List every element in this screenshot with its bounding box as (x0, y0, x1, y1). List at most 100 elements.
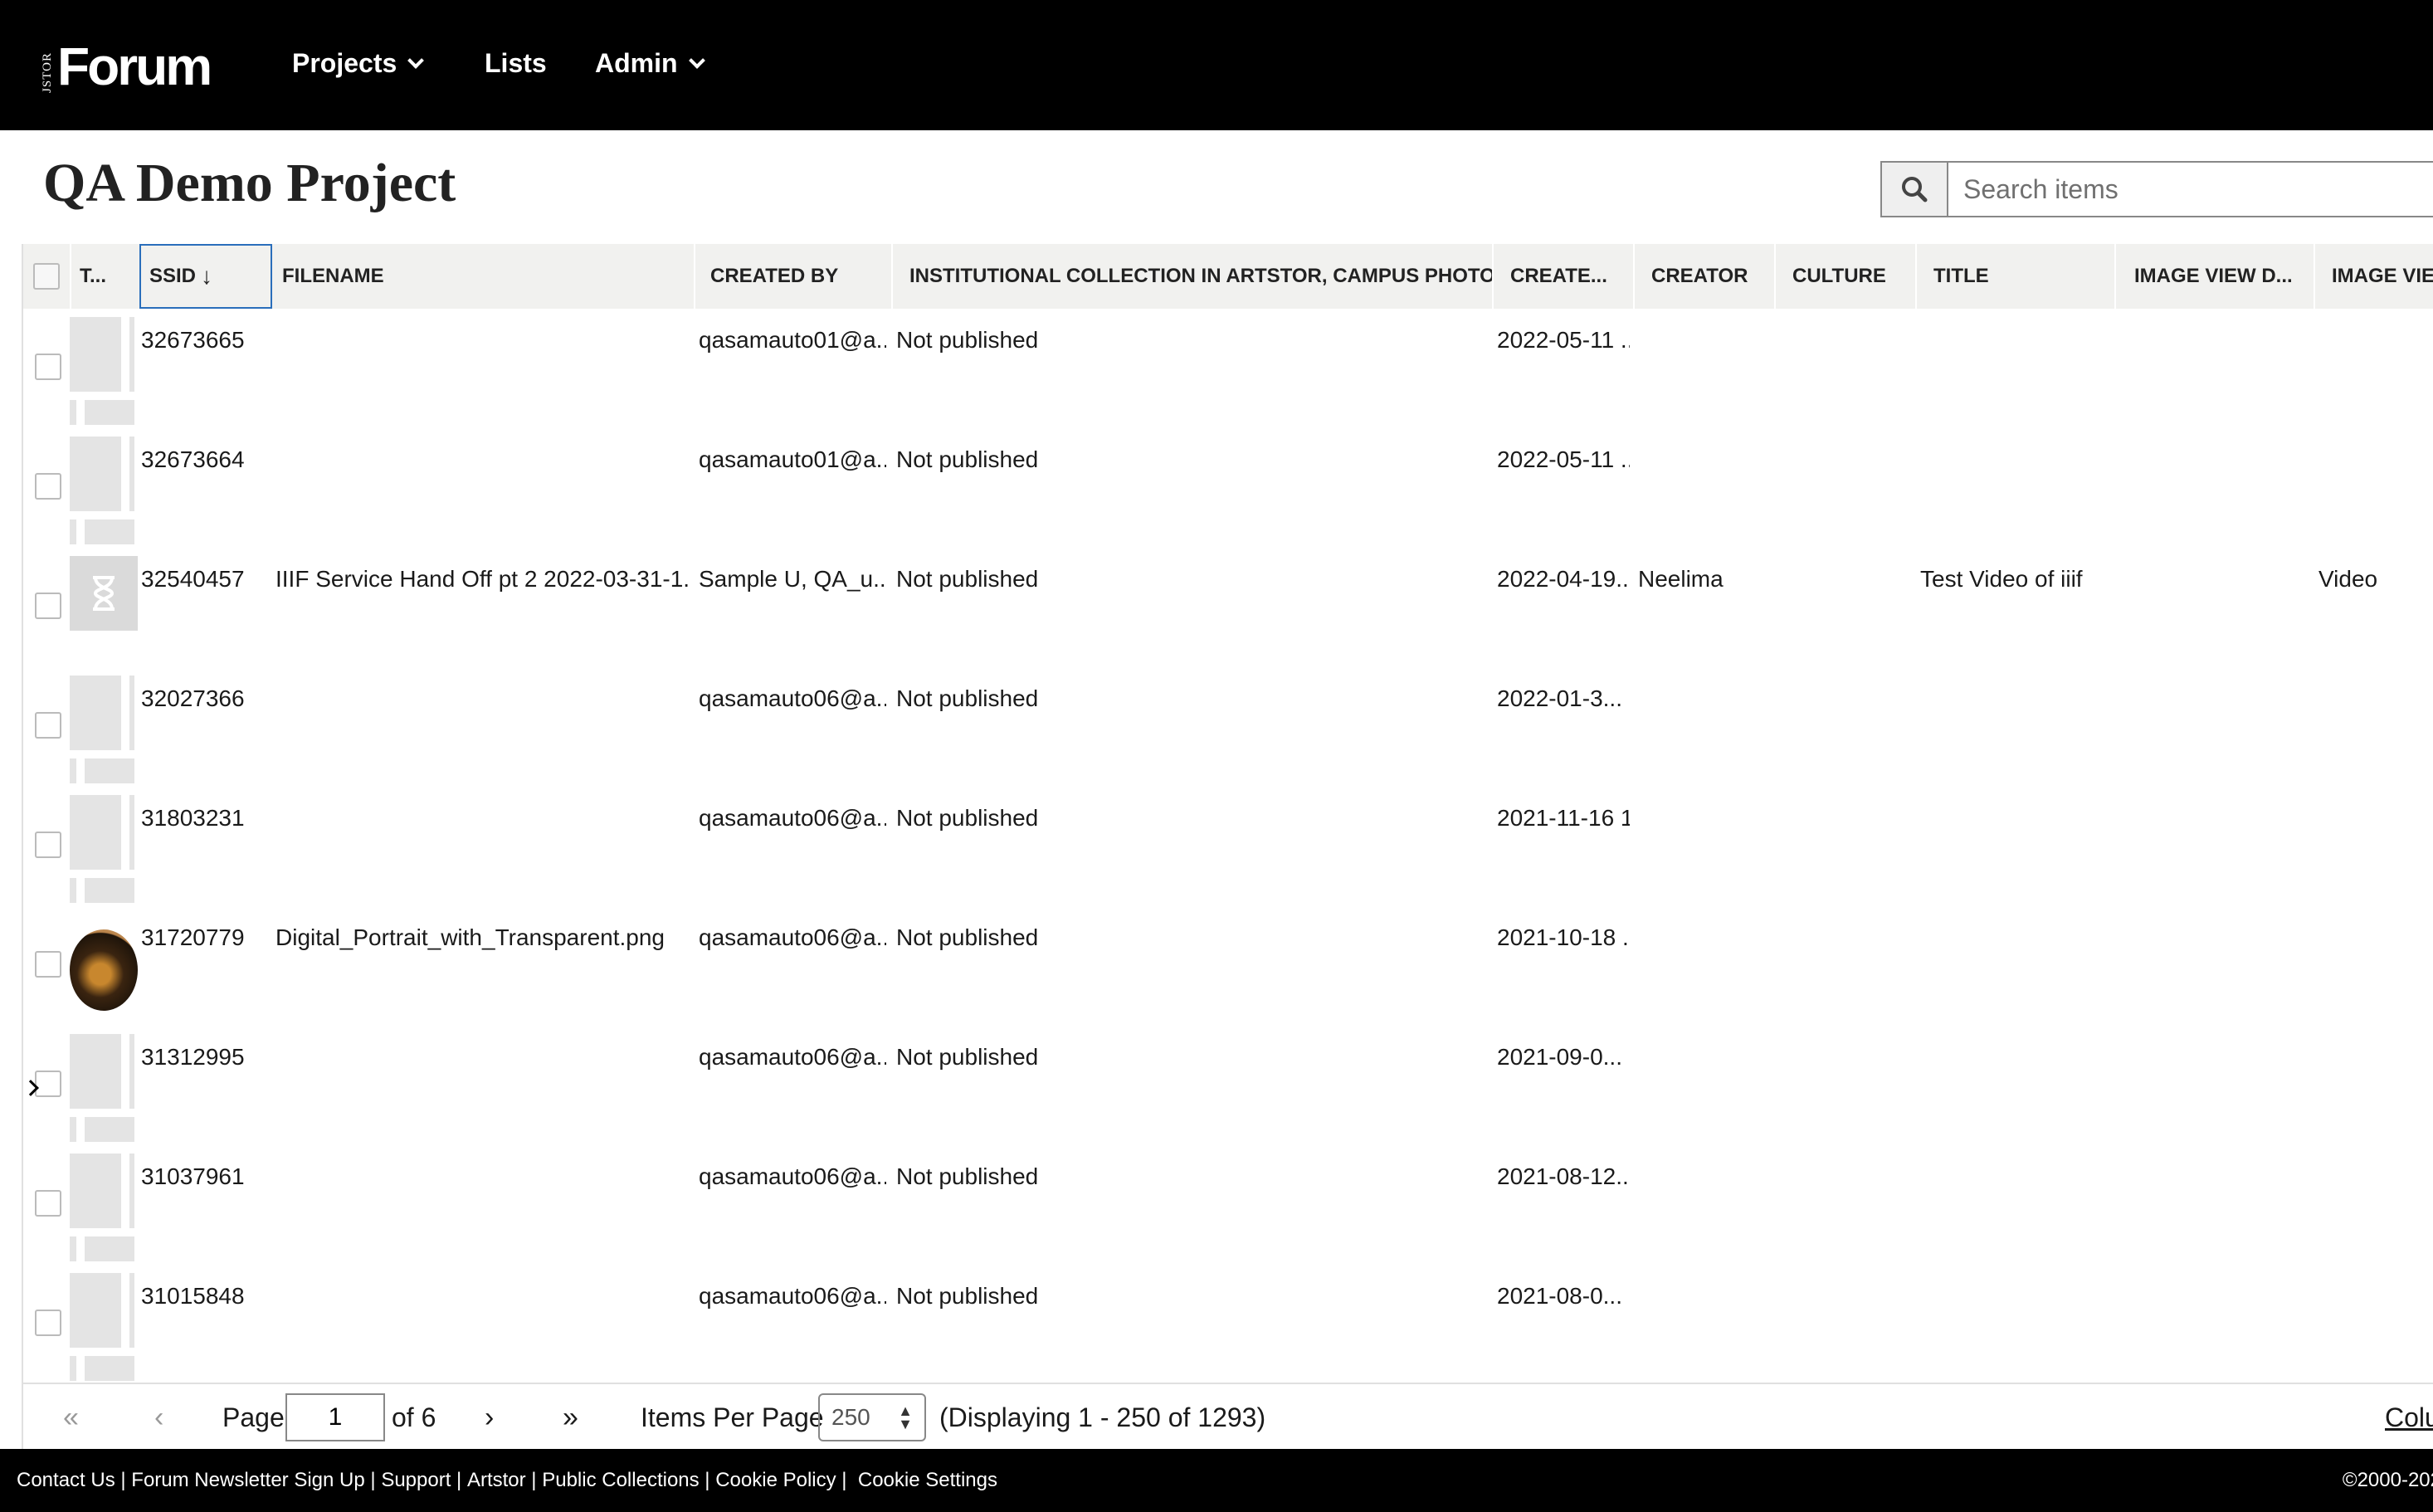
select-all-checkbox[interactable] (33, 263, 60, 290)
row-select-checkbox[interactable] (35, 832, 61, 858)
table-row[interactable]: 31803231 qasamauto06@a... Not published 202… (23, 787, 2433, 906)
column-label-creator: CREATOR (1651, 265, 1748, 287)
row-select-checkbox[interactable] (35, 593, 61, 619)
search-button[interactable] (1880, 161, 1948, 217)
page-title: QA Demo Project (43, 153, 456, 213)
cell-ssid: 31015848 (141, 1283, 245, 1309)
placeholder-thumbnail[interactable] (70, 795, 138, 906)
cell-institutional: Not published (896, 1044, 1039, 1070)
page-number-input[interactable] (285, 1393, 385, 1441)
placeholder-thumbnail[interactable] (70, 317, 138, 428)
row-select-checkbox[interactable] (35, 712, 61, 739)
logo-jstor-text: JSTOR (41, 52, 54, 93)
placeholder-thumbnail[interactable] (70, 1273, 138, 1383)
previous-page-button[interactable]: ‹ (154, 1384, 163, 1451)
cell-institutional: Not published (896, 566, 1039, 592)
footer-link-cookie-settings[interactable]: Cookie Settings (858, 1469, 997, 1492)
column-label-culture: CULTURE (1792, 265, 1886, 287)
footer-link-public-collections[interactable]: Public Collections (542, 1469, 699, 1492)
table-row[interactable]: 31037961 qasamauto06@a... Not published 202… (23, 1145, 2433, 1265)
row-select-checkbox[interactable] (35, 951, 61, 978)
items-per-page-select[interactable]: 250 ▲ ▼ (818, 1393, 926, 1441)
first-page-button[interactable]: « (63, 1384, 79, 1451)
chevron-down-icon (407, 51, 425, 69)
chevron-left-icon: ‹ (154, 1401, 164, 1433)
column-header-filename[interactable]: FILENAME (274, 244, 695, 309)
cell-filename: Digital_Portrait_with_Transparent.png (275, 924, 665, 950)
cell-ssid: 32540457 (141, 566, 245, 592)
table-row[interactable]: 31312995 qasamauto06@a... Not published 202… (23, 1026, 2433, 1145)
cell-institutional: Not published (896, 1283, 1039, 1309)
column-header-title[interactable]: TITLE (1917, 244, 2116, 309)
last-page-button[interactable]: » (563, 1384, 578, 1451)
cell-ssid: 32673664 (141, 446, 245, 472)
items-grid: T... SSID ↓ FILENAME CREATED BY INSTITUT… (22, 244, 2433, 1383)
footer-link-support[interactable]: Support (381, 1469, 451, 1492)
column-label-title: TITLE (1933, 265, 1989, 287)
table-row[interactable]: 31720779 Digital_Portrait_with_Transparen… (23, 906, 2433, 1026)
cell-institutional: Not published (896, 446, 1039, 472)
search-input[interactable] (1948, 161, 2433, 217)
placeholder-thumbnail[interactable] (70, 1154, 138, 1265)
items-per-page-value: 250 (831, 1404, 870, 1430)
select-updown-icon: ▲ ▼ (898, 1402, 913, 1432)
cell-created-by: qasamauto01@a... (699, 327, 886, 353)
row-select-checkbox[interactable] (35, 1310, 61, 1336)
column-header-created-by[interactable]: CREATED BY (695, 244, 893, 309)
column-label-image-view: IMAGE VIEW (2332, 265, 2433, 287)
column-header-creator[interactable]: CREATOR (1635, 244, 1776, 309)
logo-forum-text: Forum (57, 37, 212, 96)
row-select-checkbox[interactable] (35, 354, 61, 380)
cell-created: 2022-04-19... (1497, 566, 1630, 592)
table-row[interactable]: 32540457 IIIF Service Hand Off pt 2 2022-… (23, 548, 2433, 667)
footer-link-newsletter[interactable]: Forum Newsletter Sign Up (131, 1469, 364, 1492)
column-header-created[interactable]: CREATE... (1494, 244, 1635, 309)
cell-institutional: Not published (896, 685, 1039, 711)
cell-created-by: qasamauto01@a... (699, 446, 886, 472)
cell-image-view: Video (2318, 566, 2378, 592)
column-header-image-view-description[interactable]: IMAGE VIEW D... (2116, 244, 2315, 309)
next-page-button[interactable]: › (485, 1384, 494, 1451)
double-chevron-right-icon: » (563, 1401, 578, 1433)
footer-link-contact-us[interactable]: Contact Us (17, 1469, 115, 1492)
row-select-checkbox[interactable] (35, 1071, 61, 1097)
nav-lists-link[interactable]: Lists (485, 48, 547, 79)
nav-admin-menu[interactable]: Admin (595, 48, 705, 79)
column-header-culture[interactable]: CULTURE (1776, 244, 1917, 309)
placeholder-thumbnail[interactable] (70, 437, 138, 548)
placeholder-thumbnail[interactable] (70, 676, 138, 787)
page-label: Page (222, 1402, 285, 1432)
cell-ssid: 32027366 (141, 685, 245, 711)
table-row[interactable]: 31015848 qasamauto06@a... Not published 202… (23, 1265, 2433, 1383)
cell-created-by: qasamauto06@a... (699, 805, 886, 831)
search-icon (1902, 177, 1928, 202)
chevron-down-icon (688, 51, 705, 69)
columns-settings-link[interactable]: Colu (2385, 1384, 2433, 1451)
cell-created: 2022-05-11 ... (1497, 327, 1630, 353)
cell-creator: Neelima (1638, 566, 1724, 592)
cell-created: 2021-08-12... (1497, 1163, 1630, 1189)
table-row[interactable]: 32673665 qasamauto01@a... Not published 202… (23, 309, 2433, 428)
portrait-thumbnail[interactable] (70, 929, 138, 1011)
placeholder-thumbnail[interactable] (70, 1034, 138, 1145)
column-header-image-view[interactable]: IMAGE VIEW (2315, 244, 2433, 309)
nav-projects-menu[interactable]: Projects (292, 48, 425, 79)
table-row[interactable]: 32673664 qasamauto01@a... Not published 202… (23, 428, 2433, 548)
search-bar (1880, 161, 2433, 217)
row-select-checkbox[interactable] (35, 473, 61, 500)
column-label-created-by: CREATED BY (710, 265, 839, 287)
column-header-ssid[interactable]: SSID ↓ (139, 244, 272, 309)
column-header-institutional-collection[interactable]: INSTITUTIONAL COLLECTION IN ARTSTOR, CAM… (893, 244, 1494, 309)
table-row[interactable]: 32027366 qasamauto06@a... Not published 202… (23, 667, 2433, 787)
column-label-institutional-collection: INSTITUTIONAL COLLECTION IN ARTSTOR, CAM… (909, 265, 1494, 287)
items-per-page-wrap: 250 ▲ ▼ (818, 1384, 926, 1451)
hourglass-icon[interactable] (70, 556, 138, 631)
cell-created: 2021-11-16 1... (1497, 805, 1630, 831)
jstor-forum-logo[interactable]: JSTOR Forum (41, 37, 212, 96)
row-select-checkbox[interactable] (35, 1190, 61, 1217)
footer-link-artstor[interactable]: Artstor (467, 1469, 526, 1492)
column-label-ssid: SSID (149, 265, 197, 287)
footer-link-cookie-policy[interactable]: Cookie Policy (715, 1469, 836, 1492)
cell-created: 2021-08-0... (1497, 1283, 1622, 1309)
nav-admin-label: Admin (595, 48, 678, 78)
